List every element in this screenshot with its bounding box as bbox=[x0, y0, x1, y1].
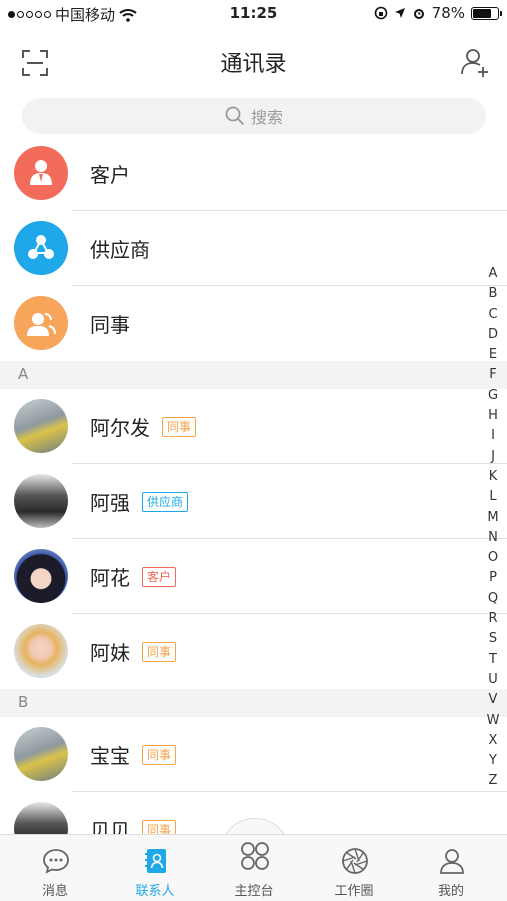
index-letter[interactable]: N bbox=[488, 528, 498, 548]
index-letter[interactable]: J bbox=[491, 447, 495, 467]
index-letter[interactable]: F bbox=[489, 365, 496, 385]
add-contact-icon[interactable] bbox=[459, 46, 491, 78]
contact-tag: 客户 bbox=[142, 566, 177, 587]
lock-rotation-icon bbox=[374, 6, 387, 20]
contact-name: 阿强 bbox=[90, 491, 130, 515]
battery-percent: 78% bbox=[431, 4, 465, 22]
tab-mine[interactable]: 我的 bbox=[401, 835, 501, 901]
tab-label: 联系人 bbox=[135, 884, 175, 899]
tab-label: 我的 bbox=[437, 884, 464, 899]
contact-row[interactable]: 阿强 供应商 bbox=[0, 464, 507, 539]
contact-row[interactable]: 宝宝 同事 bbox=[0, 717, 507, 792]
contacts-icon bbox=[145, 849, 166, 873]
status-right: 78% bbox=[374, 4, 502, 22]
category-row-suppliers[interactable]: 供应商 bbox=[0, 211, 507, 286]
tab-label: 主控台 bbox=[234, 884, 274, 899]
contact-tag: 供应商 bbox=[142, 491, 189, 512]
search-icon bbox=[225, 106, 245, 126]
index-letter[interactable]: U bbox=[488, 670, 498, 690]
contact-row[interactable]: 阿花 客户 bbox=[0, 539, 507, 614]
status-bar: 中国移动 11:25 78% bbox=[0, 0, 507, 28]
contact-avatar bbox=[14, 474, 68, 528]
section-header-b: B bbox=[0, 689, 507, 717]
profile-icon bbox=[440, 849, 464, 874]
index-letter[interactable]: R bbox=[488, 609, 497, 629]
index-letter[interactable]: Z bbox=[489, 771, 498, 791]
section-header-a: A bbox=[0, 361, 507, 389]
location-icon bbox=[394, 8, 405, 18]
coworker-category-icon bbox=[14, 296, 68, 350]
category-label: 同事 bbox=[90, 313, 130, 337]
index-letter[interactable]: D bbox=[488, 325, 498, 345]
index-letter[interactable]: L bbox=[489, 487, 496, 507]
index-letter[interactable]: B bbox=[489, 284, 498, 304]
contact-row[interactable]: 阿妹 同事 bbox=[0, 614, 507, 689]
contact-tag: 同事 bbox=[142, 744, 177, 765]
tab-bar: 消息 联系人 主控台 工作圈 我的 bbox=[0, 834, 507, 901]
index-letter[interactable]: Q bbox=[488, 589, 498, 609]
page-title: 通讯录 bbox=[220, 52, 287, 77]
contact-avatar bbox=[14, 624, 68, 678]
index-letter[interactable]: P bbox=[489, 568, 497, 588]
contact-avatar bbox=[14, 399, 68, 453]
message-icon bbox=[43, 849, 69, 874]
tab-messages[interactable]: 消息 bbox=[5, 835, 105, 901]
tab-dashboard[interactable]: 主控台 bbox=[204, 835, 304, 901]
alarm-icon bbox=[413, 9, 424, 19]
index-letter[interactable]: Y bbox=[489, 751, 497, 771]
contact-tag: 同事 bbox=[142, 641, 177, 662]
search-placeholder: 搜索 bbox=[250, 108, 283, 127]
tab-label: 消息 bbox=[41, 884, 68, 899]
dashboard-icon bbox=[241, 842, 269, 870]
contact-tag: 同事 bbox=[162, 416, 197, 437]
index-letter[interactable]: M bbox=[487, 508, 498, 528]
category-row-customers[interactable]: 客户 bbox=[0, 136, 507, 211]
battery-icon bbox=[471, 6, 502, 20]
contact-row[interactable]: 阿尔发 同事 bbox=[0, 389, 507, 464]
category-label: 供应商 bbox=[90, 238, 150, 262]
index-letter[interactable]: G bbox=[488, 386, 498, 406]
contact-avatar bbox=[14, 549, 68, 603]
supplier-category-icon bbox=[14, 221, 68, 275]
index-letter[interactable]: C bbox=[488, 305, 497, 325]
contact-name: 阿妹 bbox=[90, 641, 130, 665]
index-letter[interactable]: I bbox=[491, 426, 495, 446]
index-letter[interactable]: H bbox=[488, 406, 498, 426]
alphabet-index[interactable]: ABCDEFGHIJKLMNOPQRSTUVWXYZ bbox=[485, 264, 501, 792]
tab-label: 工作圈 bbox=[334, 884, 374, 899]
index-letter[interactable]: E bbox=[489, 345, 497, 365]
index-letter[interactable]: A bbox=[489, 264, 498, 284]
customer-category-icon bbox=[14, 146, 68, 200]
aperture-icon bbox=[342, 848, 368, 874]
tab-work-circle[interactable]: 工作圈 bbox=[304, 835, 404, 901]
index-letter[interactable]: S bbox=[489, 629, 497, 649]
search-bar[interactable]: 搜索 bbox=[22, 98, 486, 134]
category-label: 客户 bbox=[90, 163, 130, 187]
contact-name: 阿尔发 bbox=[90, 416, 150, 440]
category-row-coworkers[interactable]: 同事 bbox=[0, 286, 507, 361]
index-letter[interactable]: V bbox=[489, 690, 498, 710]
contact-name: 宝宝 bbox=[90, 744, 130, 768]
index-letter[interactable]: K bbox=[489, 467, 498, 487]
nav-bar: 通讯录 bbox=[0, 28, 507, 92]
index-letter[interactable]: O bbox=[488, 548, 498, 568]
index-letter[interactable]: W bbox=[487, 711, 500, 731]
contact-name: 阿花 bbox=[90, 566, 130, 590]
tab-contacts[interactable]: 联系人 bbox=[105, 835, 205, 901]
index-letter[interactable]: X bbox=[489, 731, 498, 751]
index-letter[interactable]: T bbox=[489, 650, 497, 670]
contact-avatar bbox=[14, 727, 68, 781]
